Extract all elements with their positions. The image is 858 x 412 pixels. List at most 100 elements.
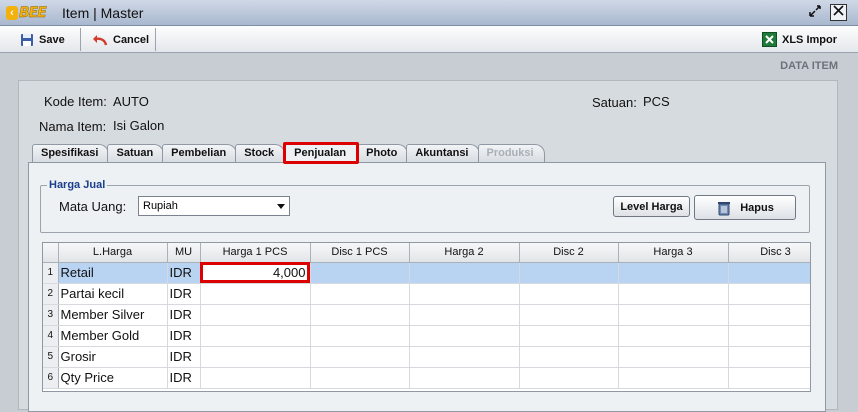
table-row[interactable]: 5 Grosir IDR [43, 346, 810, 368]
hapus-label: Hapus [740, 201, 774, 214]
tab-stock[interactable]: Stock [235, 144, 286, 162]
harga-1-cell[interactable] [200, 367, 311, 389]
mu-cell[interactable]: IDR [167, 346, 201, 368]
column-header-harga-3[interactable]: Harga 3 [618, 243, 729, 263]
mu-cell[interactable]: IDR [167, 262, 201, 284]
l-harga-cell[interactable]: Grosir [58, 346, 168, 368]
undo-arrow-icon [93, 34, 108, 45]
column-header-harga-1[interactable]: Harga 1 PCS [200, 243, 311, 263]
harga-3-cell[interactable] [618, 304, 729, 326]
disc-3-cell[interactable] [728, 325, 810, 347]
harga-3-cell[interactable] [618, 283, 729, 305]
back-arrow-icon: ‹ [6, 6, 18, 20]
harga-2-cell[interactable] [409, 325, 520, 347]
save-button[interactable]: Save [16, 29, 69, 50]
row-number: 3 [43, 304, 59, 326]
floppy-disk-icon [21, 33, 33, 46]
harga-2-cell[interactable] [409, 262, 520, 284]
harga-1-cell[interactable]: 4,000 [200, 262, 311, 284]
disc-1-cell[interactable] [310, 262, 410, 284]
window-title: Item | Master [62, 5, 144, 21]
harga-1-cell[interactable] [200, 304, 311, 326]
row-number: 4 [43, 325, 59, 347]
column-header-harga-2[interactable]: Harga 2 [409, 243, 520, 263]
mata-uang-value: Rupiah [143, 200, 178, 212]
level-harga-button[interactable]: Level Harga [613, 196, 690, 217]
harga-1-cell[interactable] [200, 325, 311, 347]
tab-photo[interactable]: Photo [357, 144, 409, 162]
disc-3-cell[interactable] [728, 304, 810, 326]
disc-1-cell[interactable] [310, 325, 410, 347]
mu-cell[interactable]: IDR [167, 325, 201, 347]
xls-import-label: XLS Impor [782, 33, 838, 46]
tab-pembelian[interactable]: Pembelian [162, 144, 238, 162]
mu-cell[interactable]: IDR [167, 304, 201, 326]
disc-3-cell[interactable] [728, 283, 810, 305]
harga-3-cell[interactable] [618, 262, 729, 284]
disc-2-cell[interactable] [519, 325, 619, 347]
harga-2-cell[interactable] [409, 283, 520, 305]
disc-1-cell[interactable] [310, 304, 410, 326]
harga-3-cell[interactable] [618, 367, 729, 389]
mata-uang-select[interactable]: Rupiah [138, 196, 290, 216]
row-number: 5 [43, 346, 59, 368]
table-row[interactable]: 2 Partai kecil IDR [43, 283, 810, 305]
harga-1-cell[interactable] [200, 346, 311, 368]
tab-spesifikasi[interactable]: Spesifikasi [32, 144, 110, 162]
chevron-down-icon [277, 204, 285, 209]
table-row[interactable]: 4 Member Gold IDR [43, 325, 810, 347]
column-header-l-harga[interactable]: L.Harga [58, 243, 168, 263]
harga-2-cell[interactable] [409, 367, 520, 389]
mu-cell[interactable]: IDR [167, 283, 201, 305]
disc-3-cell[interactable] [728, 262, 810, 284]
table-row[interactable]: 1 Retail IDR 4,000 [43, 262, 810, 284]
toolbar-separator [155, 28, 156, 51]
satuan-value[interactable]: PCS [643, 94, 670, 109]
xls-import-button[interactable]: XLS Impor [758, 29, 841, 50]
hapus-button[interactable]: Hapus [694, 195, 796, 220]
column-header-mu[interactable]: MU [167, 243, 201, 263]
disc-2-cell[interactable] [519, 346, 619, 368]
l-harga-cell[interactable]: Partai kecil [58, 283, 168, 305]
tab-akuntansi[interactable]: Akuntansi [406, 144, 480, 162]
toolbar: Save Cancel XLS Impor [0, 26, 858, 53]
harga-3-cell[interactable] [618, 346, 729, 368]
disc-1-cell[interactable] [310, 283, 410, 305]
mu-cell[interactable]: IDR [167, 367, 201, 389]
disc-2-cell[interactable] [519, 283, 619, 305]
tab-satuan[interactable]: Satuan [107, 144, 165, 162]
l-harga-cell[interactable]: Member Gold [58, 325, 168, 347]
row-number: 2 [43, 283, 59, 305]
harga-jual-title: Harga Jual [47, 179, 108, 191]
table-row[interactable]: 3 Member Silver IDR [43, 304, 810, 326]
disc-1-cell[interactable] [310, 346, 410, 368]
row-number: 1 [43, 262, 59, 284]
grid-header-row: L.Harga MU Harga 1 PCS Disc 1 PCS Harga … [43, 243, 810, 263]
disc-1-cell[interactable] [310, 367, 410, 389]
l-harga-cell[interactable]: Member Silver [58, 304, 168, 326]
level-harga-label: Level Harga [620, 200, 683, 213]
table-row[interactable]: 6 Qty Price IDR [43, 367, 810, 389]
harga-2-cell[interactable] [409, 346, 520, 368]
mata-uang-label: Mata Uang: [59, 199, 127, 214]
harga-2-cell[interactable] [409, 304, 520, 326]
column-header-disc-3[interactable]: Disc 3 [728, 243, 810, 263]
tab-penjualan[interactable]: Penjualan [283, 142, 360, 164]
harga-1-cell[interactable] [200, 283, 311, 305]
disc-3-cell[interactable] [728, 346, 810, 368]
disc-2-cell[interactable] [519, 304, 619, 326]
disc-3-cell[interactable] [728, 367, 810, 389]
harga-3-cell[interactable] [618, 325, 729, 347]
price-table: L.Harga MU Harga 1 PCS Disc 1 PCS Harga … [43, 243, 810, 389]
column-header-disc-2[interactable]: Disc 2 [519, 243, 619, 263]
kode-item-value[interactable]: AUTO [113, 94, 149, 109]
disc-2-cell[interactable] [519, 367, 619, 389]
restore-icon[interactable] [806, 4, 823, 21]
column-header-disc-1[interactable]: Disc 1 PCS [310, 243, 410, 263]
cancel-button[interactable]: Cancel [88, 29, 153, 50]
l-harga-cell[interactable]: Qty Price [58, 367, 168, 389]
nama-item-value[interactable]: Isi Galon [113, 118, 164, 133]
l-harga-cell[interactable]: Retail [58, 262, 168, 284]
disc-2-cell[interactable] [519, 262, 619, 284]
close-window-button[interactable] [830, 4, 847, 21]
